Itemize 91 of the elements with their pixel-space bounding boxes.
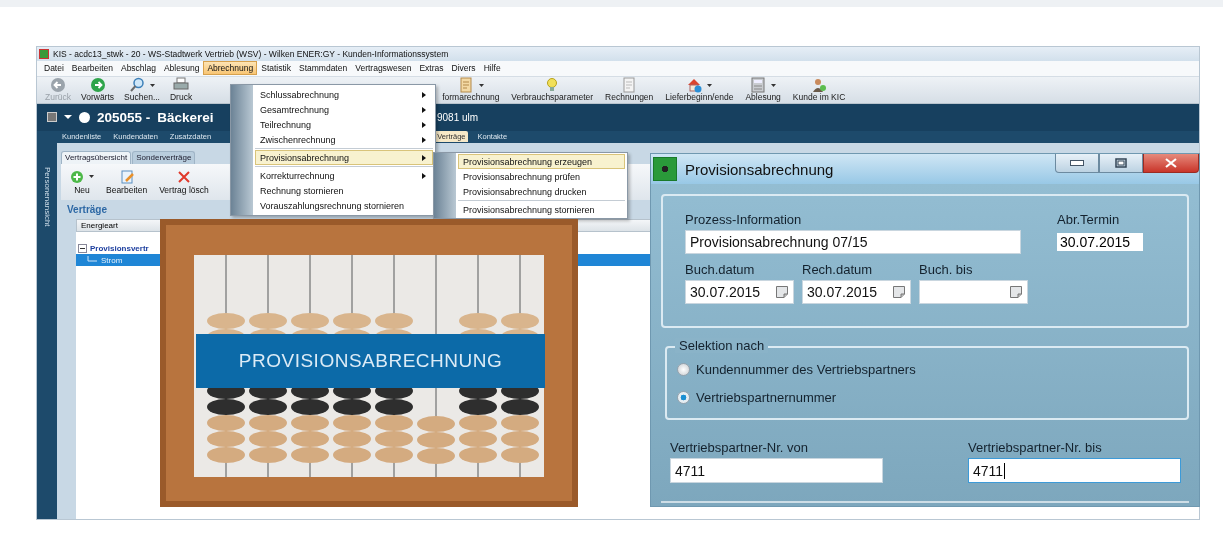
field-label: Abr.Termin bbox=[1057, 212, 1121, 227]
maximize-button[interactable] bbox=[1099, 154, 1143, 173]
menu-item[interactable]: Provisionsabrechnung erzeugen bbox=[458, 154, 625, 169]
menu-bar-item[interactable]: Bearbeiten bbox=[67, 61, 117, 76]
toolbar-button[interactable]: Rechnungen bbox=[601, 77, 658, 103]
tab[interactable]: Sonderverträge bbox=[132, 151, 196, 164]
menu-item[interactable]: Provisionsabrechnung drucken bbox=[458, 184, 625, 199]
radio-label[interactable]: Vertriebspartnernummer bbox=[696, 390, 837, 405]
tree-item-label: Provisionsvertr bbox=[90, 243, 149, 253]
calendar-icon[interactable] bbox=[775, 285, 789, 299]
menu-bar-item[interactable]: Statistik bbox=[257, 61, 295, 76]
menu-item[interactable]: Teilrechnung bbox=[255, 117, 433, 132]
menu-item[interactable]: Schlussabrechnung bbox=[255, 87, 433, 102]
square-icon[interactable] bbox=[47, 112, 57, 123]
date-field[interactable] bbox=[919, 280, 1028, 304]
tree-item-label: Strom bbox=[101, 255, 123, 265]
banner-title: PROVISIONSABRECHNUNG bbox=[196, 334, 545, 388]
toolbar-button[interactable]: Neu bbox=[67, 168, 97, 196]
toolbar-button[interactable]: Lieferbeginn/ende bbox=[661, 77, 738, 103]
caret-icon[interactable] bbox=[64, 115, 72, 120]
field-label: Vertriebspartner-Nr. von bbox=[670, 440, 809, 455]
house-icon bbox=[686, 77, 703, 94]
term-value: 30.07.2015 bbox=[1057, 233, 1143, 251]
toolbar-button[interactable]: Kunde im KIC bbox=[788, 77, 850, 103]
menu-bar-item[interactable]: Datei bbox=[40, 61, 68, 76]
group-title: Selektion nach bbox=[675, 338, 769, 353]
radio-button[interactable] bbox=[677, 391, 690, 404]
toolbar-button[interactable]: Druck bbox=[166, 77, 197, 103]
menu-item[interactable]: Provisionsabrechnung bbox=[255, 150, 433, 165]
toolbar-button[interactable]: formarechnung bbox=[438, 77, 504, 103]
toolbar-button[interactable]: Verbrauchsparameter bbox=[507, 77, 598, 103]
toolbar-button[interactable]: Vertrag lösch bbox=[156, 168, 212, 196]
dialog-title: Provisionsabrechnung bbox=[685, 160, 834, 178]
field-label: Buch.datum bbox=[685, 262, 756, 277]
radio-button[interactable] bbox=[677, 363, 690, 376]
maximize-icon bbox=[1115, 158, 1127, 168]
menu-bar-item[interactable]: Abschlag bbox=[116, 61, 160, 76]
menu-item[interactable]: Provisionsabrechnung prüfen bbox=[458, 169, 625, 184]
delete-icon bbox=[176, 169, 191, 184]
person-icon bbox=[811, 77, 828, 94]
menu-bar-item[interactable]: Ablesung bbox=[159, 61, 204, 76]
menu-bar-item[interactable]: Divers bbox=[447, 61, 480, 76]
menu-item[interactable]: Rechnung stornieren bbox=[255, 183, 433, 198]
menu-item[interactable]: Provisionsabrechnung stornieren bbox=[458, 202, 625, 217]
tree-line-icon bbox=[86, 255, 98, 265]
field-label: Buch. bis bbox=[919, 262, 974, 277]
app-logo-icon bbox=[653, 157, 677, 181]
close-button[interactable] bbox=[1143, 154, 1199, 173]
number-field[interactable]: 4711 bbox=[968, 458, 1181, 483]
text-field[interactable]: Provisionsabrechnung 07/15 bbox=[685, 230, 1021, 254]
document-icon bbox=[457, 77, 474, 94]
tab[interactable]: Vertragsübersicht bbox=[61, 151, 132, 164]
app-logo-icon bbox=[39, 49, 49, 60]
menu-item[interactable]: Gesamtrechnung bbox=[255, 102, 433, 117]
section-title: Verträge bbox=[66, 203, 109, 217]
menu-item[interactable]: Zwischenrechnung bbox=[255, 132, 433, 147]
edit-icon bbox=[119, 169, 134, 184]
radio-label[interactable]: Kundennummer des Vertriebspartners bbox=[696, 362, 916, 377]
search-icon bbox=[129, 77, 145, 94]
menu-item[interactable]: Korrekturrechnung bbox=[255, 168, 433, 183]
circle-icon bbox=[79, 111, 90, 123]
field-label: Rech.datum bbox=[802, 262, 874, 277]
menu-bar-item[interactable]: Stammdaten bbox=[295, 61, 352, 76]
calendar-icon[interactable] bbox=[892, 285, 906, 299]
date-field[interactable]: 30.07.2015 bbox=[802, 280, 911, 304]
calendar-icon[interactable] bbox=[1009, 285, 1023, 299]
number-field[interactable]: 4711 bbox=[670, 458, 883, 483]
minimize-button[interactable] bbox=[1055, 154, 1099, 173]
menu-item[interactable]: Vorauszahlungsrechnung stornieren bbox=[255, 198, 433, 213]
window-title: KIS - acdc13_stwk - 20 - WS-Stadtwerk Vertrieb (WSV) - Wilken ENER:GY - Kunden-Informationssystem bbox=[53, 49, 449, 60]
menu-bar-item[interactable]: Extras bbox=[415, 61, 448, 76]
menu-bar-item[interactable]: Abrechnung bbox=[203, 61, 258, 76]
text-cursor bbox=[1004, 463, 1006, 479]
toolbar-button[interactable]: Vorwärts bbox=[77, 77, 119, 103]
toolbar-button[interactable]: Bearbeiten bbox=[103, 168, 151, 196]
menu-bar-item[interactable]: Vertragswesen bbox=[351, 61, 416, 76]
toolbar-button[interactable]: Ablesung bbox=[741, 77, 785, 103]
field-label: Vertriebspartner-Nr. bis bbox=[968, 440, 1103, 455]
side-panel-label[interactable]: Personenansicht bbox=[42, 167, 52, 237]
date-field[interactable]: 30.07.2015 bbox=[685, 280, 794, 304]
column-header[interactable]: Energieart bbox=[81, 221, 118, 230]
customer-number: 205055 - bbox=[97, 109, 151, 125]
menu-bar-item[interactable]: Hilfe bbox=[479, 61, 505, 76]
minimize-icon bbox=[1070, 160, 1084, 166]
collapse-icon[interactable] bbox=[78, 243, 87, 253]
customer-address: 9081 ulm bbox=[437, 111, 479, 123]
add-icon bbox=[70, 169, 84, 184]
field-label: Prozess-Information bbox=[685, 212, 803, 227]
close-icon bbox=[1165, 158, 1177, 168]
customer-name: Bäckerei bbox=[157, 109, 214, 125]
toolbar-button[interactable]: Suchen... bbox=[120, 77, 164, 103]
